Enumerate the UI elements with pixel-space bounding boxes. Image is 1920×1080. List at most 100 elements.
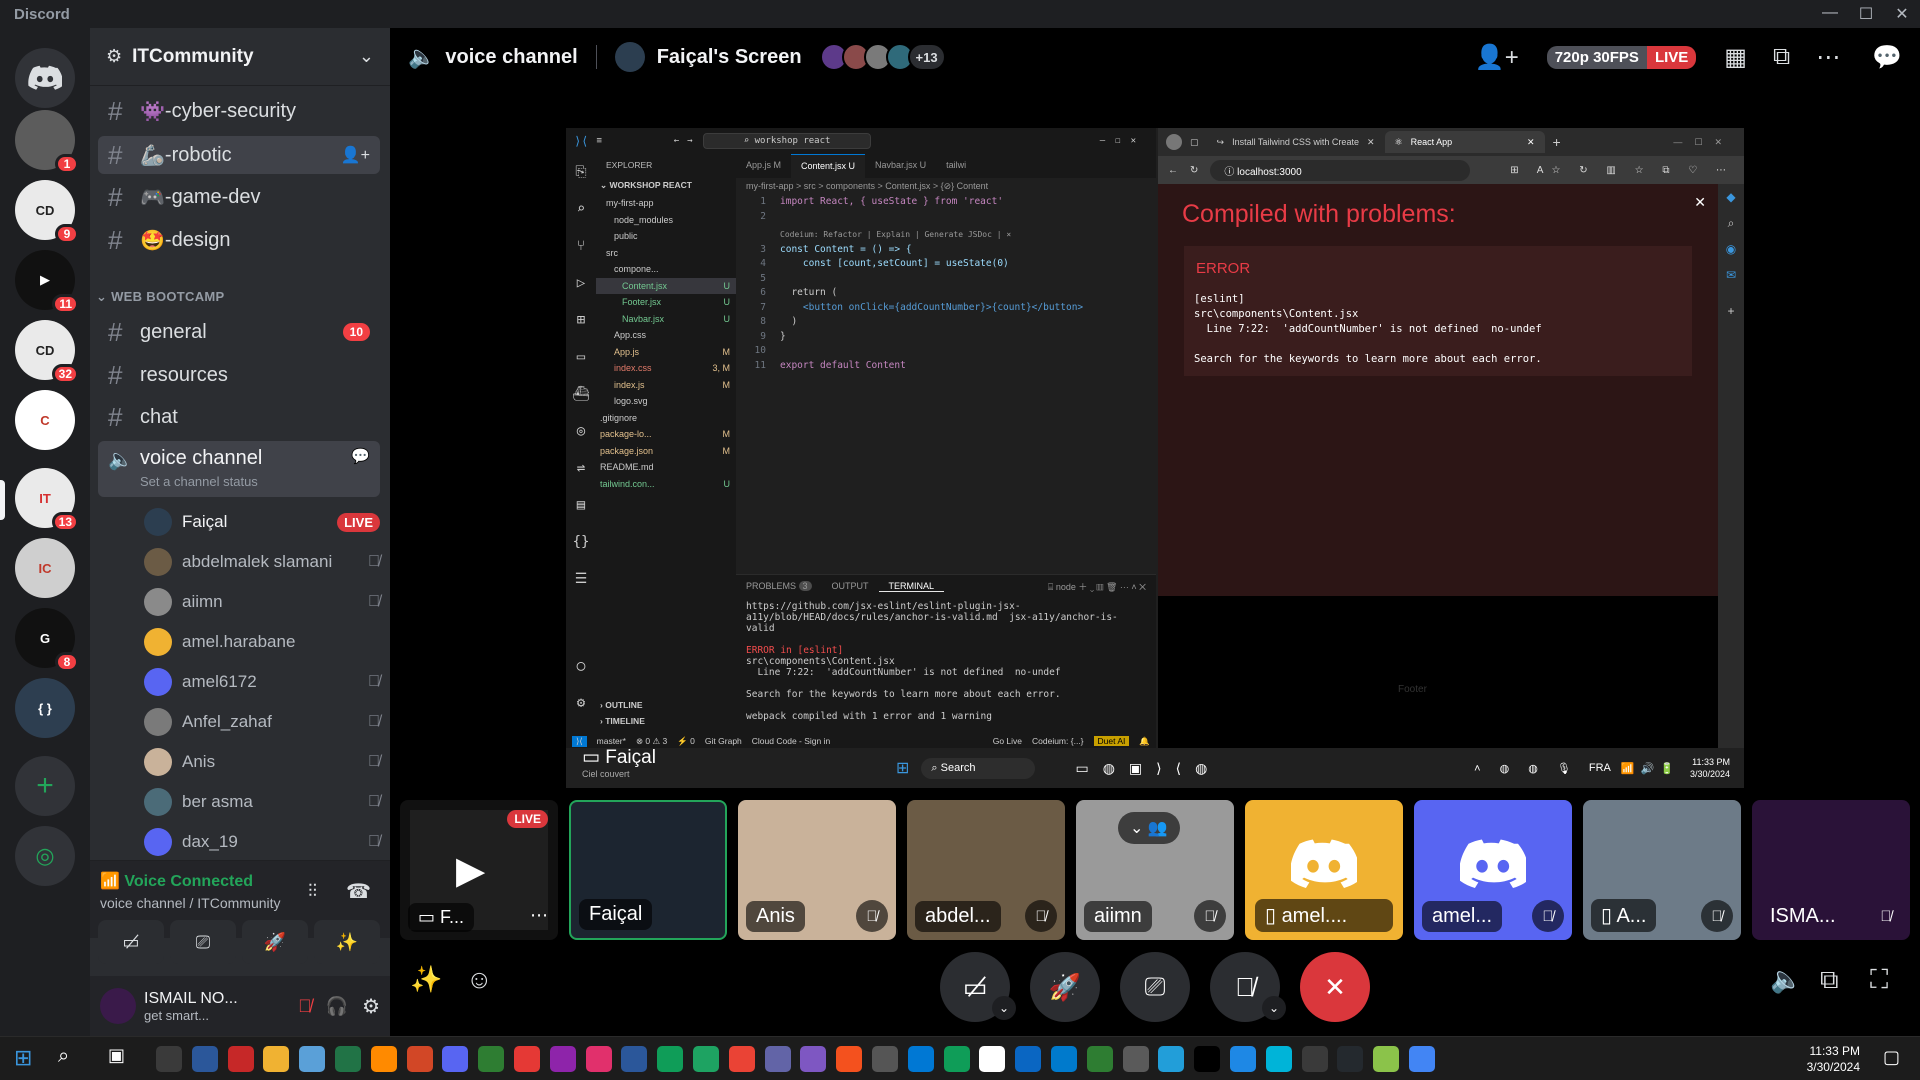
tile-menu-toggle[interactable]: ⌄ 👥 (1118, 812, 1180, 844)
code-line[interactable]: 5 (736, 272, 1156, 287)
docker-icon[interactable]: ⛴ (566, 376, 596, 413)
headphones-icon[interactable]: 🎧 (326, 996, 348, 1017)
add-server-button[interactable]: + (15, 756, 75, 816)
taskbar-app-icon[interactable] (370, 1046, 397, 1072)
taskbar-app-icon[interactable] (478, 1046, 505, 1072)
url-bar[interactable]: ⓘ localhost:3000 (1210, 159, 1471, 181)
search-icon[interactable]: ⌕ (566, 191, 596, 228)
file-tree-item[interactable]: src (596, 245, 736, 262)
voice-member[interactable]: aiimn 🎙̸ (144, 584, 380, 620)
copilot-icon[interactable]: ◆ (1718, 184, 1744, 210)
voice-member[interactable]: ber asma 🎙̸ (144, 784, 380, 820)
server-icon[interactable]: CD 9 (15, 180, 79, 244)
participant-tile[interactable]: Faiçal (569, 800, 727, 940)
participant-tile[interactable]: ▯ A... 🎙̸ (1583, 800, 1741, 940)
search-icon[interactable]: ⌕ (1718, 210, 1744, 236)
participant-tile[interactable]: amel... 🎙̸ (1414, 800, 1572, 940)
guild-header[interactable]: ⚙ ITCommunity ⌄ (90, 28, 390, 86)
voice-member[interactable]: Anis 🎙̸ (144, 744, 380, 780)
noise-suppression-icon[interactable]: ⫶⫶ (308, 881, 317, 902)
tab-actions-icon[interactable]: ▢ (1190, 137, 1199, 148)
tab-output[interactable]: OUTPUT (822, 581, 879, 591)
emoji-icon[interactable]: ☺ (466, 964, 493, 995)
file-tree-item[interactable]: README.md (596, 459, 736, 476)
channel-status[interactable]: Set a channel status (140, 474, 262, 489)
duet-ai-status[interactable]: Duet AI (1093, 736, 1130, 746)
taskbar-app-icon[interactable] (1230, 1046, 1256, 1072)
taskbar-app-icon[interactable] (1373, 1046, 1400, 1072)
code-line[interactable]: 11 export default Content (736, 359, 1156, 374)
channel-resources[interactable]: # resources (98, 356, 380, 394)
share-screen-button[interactable]: ⎚ (1120, 952, 1190, 1022)
mic-toggle-button[interactable]: 🎙̸ ⌄ (1210, 952, 1286, 1022)
copilot-icon[interactable]: ◎ (566, 413, 596, 450)
profile-avatar[interactable] (1166, 134, 1182, 150)
outline-icon[interactable]: ☰ (566, 561, 596, 598)
shared-clock[interactable]: 11:33 PM 3/30/2024 (1690, 756, 1730, 780)
taskbar-app-icon[interactable] (764, 1046, 791, 1072)
codeium-status[interactable]: Codeium: {...} (1032, 736, 1084, 746)
participant-tile[interactable]: ▯ amel.... (1245, 800, 1403, 940)
more-options-icon[interactable]: ⋯ (1816, 43, 1840, 72)
bell-icon[interactable]: 🔔 (1139, 736, 1150, 747)
search-icon[interactable]: ⌕ (58, 1045, 69, 1068)
account-icon[interactable]: ◯ (566, 648, 596, 685)
file-tree-item[interactable]: public (596, 228, 736, 245)
taskbar-app-icon[interactable] (872, 1046, 898, 1072)
terminal-shell[interactable]: ⌸ node ＋ ⌄ ▥ 🗑 ⋯ ˄ ✕ (1038, 580, 1156, 593)
taskbar-app-icon[interactable] (585, 1046, 612, 1072)
taskbar-app-icon[interactable] (1194, 1046, 1221, 1072)
taskbar-app-icon[interactable] (1337, 1046, 1364, 1072)
code-line[interactable]: 3 const Content = () => { (736, 243, 1156, 258)
gear-icon[interactable]: ⚙ (362, 994, 380, 1019)
volume-icon[interactable]: 🔈 (1770, 964, 1802, 995)
camera-toggle-button[interactable]: ▭̸ ⌄ (940, 952, 1016, 1022)
page-content[interactable]: Compiled with problems: ✕ ERROR [eslint]… (1158, 184, 1718, 748)
new-tab-icon[interactable]: + (1553, 134, 1561, 150)
mic-muted-icon[interactable]: 🎙̸ (298, 996, 312, 1017)
tab-tailwind[interactable]: tailwi (936, 154, 976, 178)
json-icon[interactable]: {} (566, 524, 596, 561)
popout-icon[interactable]: ⧉ (1820, 964, 1839, 996)
reload-icon[interactable]: ↻ (1190, 165, 1198, 176)
file-tree-item[interactable]: Content.jsx U (596, 277, 736, 294)
voice-member[interactable]: dax_19 🎙̸ (144, 824, 380, 860)
extension-icon[interactable]: ◉ (1718, 236, 1744, 262)
outlook-icon[interactable]: ✉ (1718, 262, 1744, 288)
taskbar-app-icon[interactable] (263, 1046, 290, 1072)
source-control-icon[interactable]: ⑂ (566, 228, 596, 265)
voice-channel-item[interactable]: 🔈 voice channel Set a channel status 💬 (98, 441, 380, 497)
live-share-icon[interactable]: ⇌ (566, 450, 596, 487)
taskbar-app-icon[interactable] (907, 1046, 934, 1072)
taskbar-app-icon[interactable] (442, 1046, 469, 1072)
code-line[interactable]: 2 (736, 210, 1156, 225)
taskbar-app-icon[interactable] (191, 1046, 218, 1072)
taskbar-app-icon[interactable] (621, 1046, 648, 1072)
window-controls[interactable]: —☐✕ (1100, 136, 1146, 146)
window-controls[interactable]: —☐✕ (1673, 137, 1734, 148)
task-view-icon[interactable]: ▣ (108, 1045, 125, 1066)
file-tree-item[interactable]: my-first-app (596, 195, 736, 212)
run-debug-icon[interactable]: ▷ (566, 265, 596, 302)
cloud-code-status[interactable]: Cloud Code - Sign in (752, 736, 830, 746)
explore-servers-icon[interactable]: ◎ (15, 826, 75, 886)
channel-design[interactable]: # 🤩 -design (98, 221, 380, 259)
participant-tile[interactable]: ISMA... 🎙̸ (1752, 800, 1910, 940)
participant-tile[interactable]: Anis 🎙̸ (738, 800, 896, 940)
file-tree-item[interactable]: compone... (596, 261, 736, 278)
taskbar-app-icon[interactable] (800, 1046, 827, 1072)
tab-terminal[interactable]: TERMINAL (878, 581, 945, 592)
taskbar-app-icon[interactable] (728, 1046, 755, 1072)
channel-general[interactable]: # general 10 (98, 313, 380, 351)
codelens[interactable]: Codeium: Refactor | Explain | Generate J… (736, 228, 1156, 243)
ports-status[interactable]: ⚡ 0 (677, 736, 695, 747)
taskbar-app-icon[interactable] (1015, 1046, 1042, 1072)
close-icon[interactable]: ✕ (1694, 194, 1706, 211)
channel-chat[interactable]: # chat (98, 398, 380, 436)
browser-tab-react-app[interactable]: ⚛ React App ✕ (1384, 131, 1545, 153)
network-icons[interactable]: 📶🔊🔋 (1621, 762, 1680, 775)
editor[interactable]: App.js M Content.jsx U Navbar.jsx U tail… (736, 154, 1156, 574)
minimize-icon[interactable]: — (1812, 4, 1848, 24)
code-line[interactable]: 4 const [count,setCount] = useState(0) (736, 257, 1156, 272)
more-options-icon[interactable]: ⋯ (530, 905, 548, 926)
